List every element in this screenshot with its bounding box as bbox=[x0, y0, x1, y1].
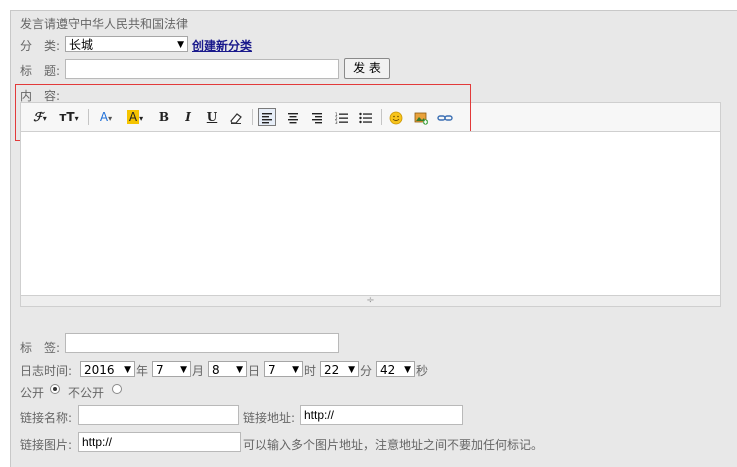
second-select[interactable]: 42 ▼ bbox=[376, 361, 415, 377]
year-unit: 年 bbox=[136, 364, 149, 378]
category-label: 分 类: bbox=[20, 39, 61, 53]
create-category-link[interactable]: 创建新分类 bbox=[192, 37, 252, 54]
link-url-input[interactable]: http:// bbox=[300, 405, 463, 425]
chevron-down-icon: ▼ bbox=[180, 365, 187, 375]
title-input[interactable] bbox=[65, 59, 339, 79]
chevron-down-icon: ▼ bbox=[124, 365, 131, 375]
minute-value: 22 bbox=[324, 363, 340, 377]
second-value: 42 bbox=[380, 363, 396, 377]
private-label: 不公开 bbox=[68, 386, 105, 400]
hour-unit: 时 bbox=[304, 364, 317, 378]
day-select[interactable]: 8 ▼ bbox=[208, 361, 247, 377]
hour-value: 7 bbox=[268, 363, 276, 377]
link-image-hint: 可以输入多个图片地址，注意地址之间不要加任何标记。 bbox=[243, 438, 544, 452]
publish-button[interactable]: 发 表 bbox=[344, 58, 390, 79]
second-unit: 秒 bbox=[416, 364, 429, 378]
chevron-down-icon: ▼ bbox=[292, 365, 299, 375]
tags-label: 标 签: bbox=[20, 341, 61, 355]
private-radio[interactable] bbox=[112, 384, 122, 394]
editor-resize-handle[interactable]: ÷ bbox=[20, 295, 721, 307]
year-value: 2016 bbox=[84, 363, 115, 377]
category-select[interactable]: 长城 ▼ bbox=[65, 36, 188, 52]
month-select[interactable]: 7 ▼ bbox=[152, 361, 191, 377]
content-editor[interactable] bbox=[20, 131, 721, 296]
hour-select[interactable]: 7 ▼ bbox=[264, 361, 303, 377]
chevron-down-icon: ▼ bbox=[348, 365, 355, 375]
chevron-down-icon: ▼ bbox=[236, 365, 243, 375]
public-label: 公开 bbox=[20, 386, 45, 400]
day-unit: 日 bbox=[248, 364, 261, 378]
title-label: 标 题: bbox=[20, 64, 61, 78]
year-select[interactable]: 2016 ▼ bbox=[80, 361, 135, 377]
public-radio[interactable] bbox=[50, 384, 60, 394]
link-name-input[interactable] bbox=[78, 405, 239, 425]
day-value: 8 bbox=[212, 363, 220, 377]
month-value: 7 bbox=[156, 363, 164, 377]
link-image-label: 链接图片: bbox=[20, 438, 73, 452]
month-unit: 月 bbox=[192, 364, 205, 378]
category-selected-value: 长城 bbox=[69, 38, 94, 52]
minute-unit: 分 bbox=[360, 364, 373, 378]
law-notice: 发言请遵守中华人民共和国法律 bbox=[20, 17, 189, 31]
link-image-input[interactable]: http:// bbox=[78, 432, 241, 452]
chevron-down-icon: ▼ bbox=[404, 365, 411, 375]
chevron-down-icon: ▼ bbox=[177, 40, 184, 50]
link-name-label: 链接名称: bbox=[20, 411, 73, 425]
tags-input[interactable] bbox=[65, 333, 339, 353]
log-time-label: 日志时间: bbox=[20, 364, 73, 378]
link-url-label: 链接地址: bbox=[243, 411, 296, 425]
minute-select[interactable]: 22 ▼ bbox=[320, 361, 359, 377]
